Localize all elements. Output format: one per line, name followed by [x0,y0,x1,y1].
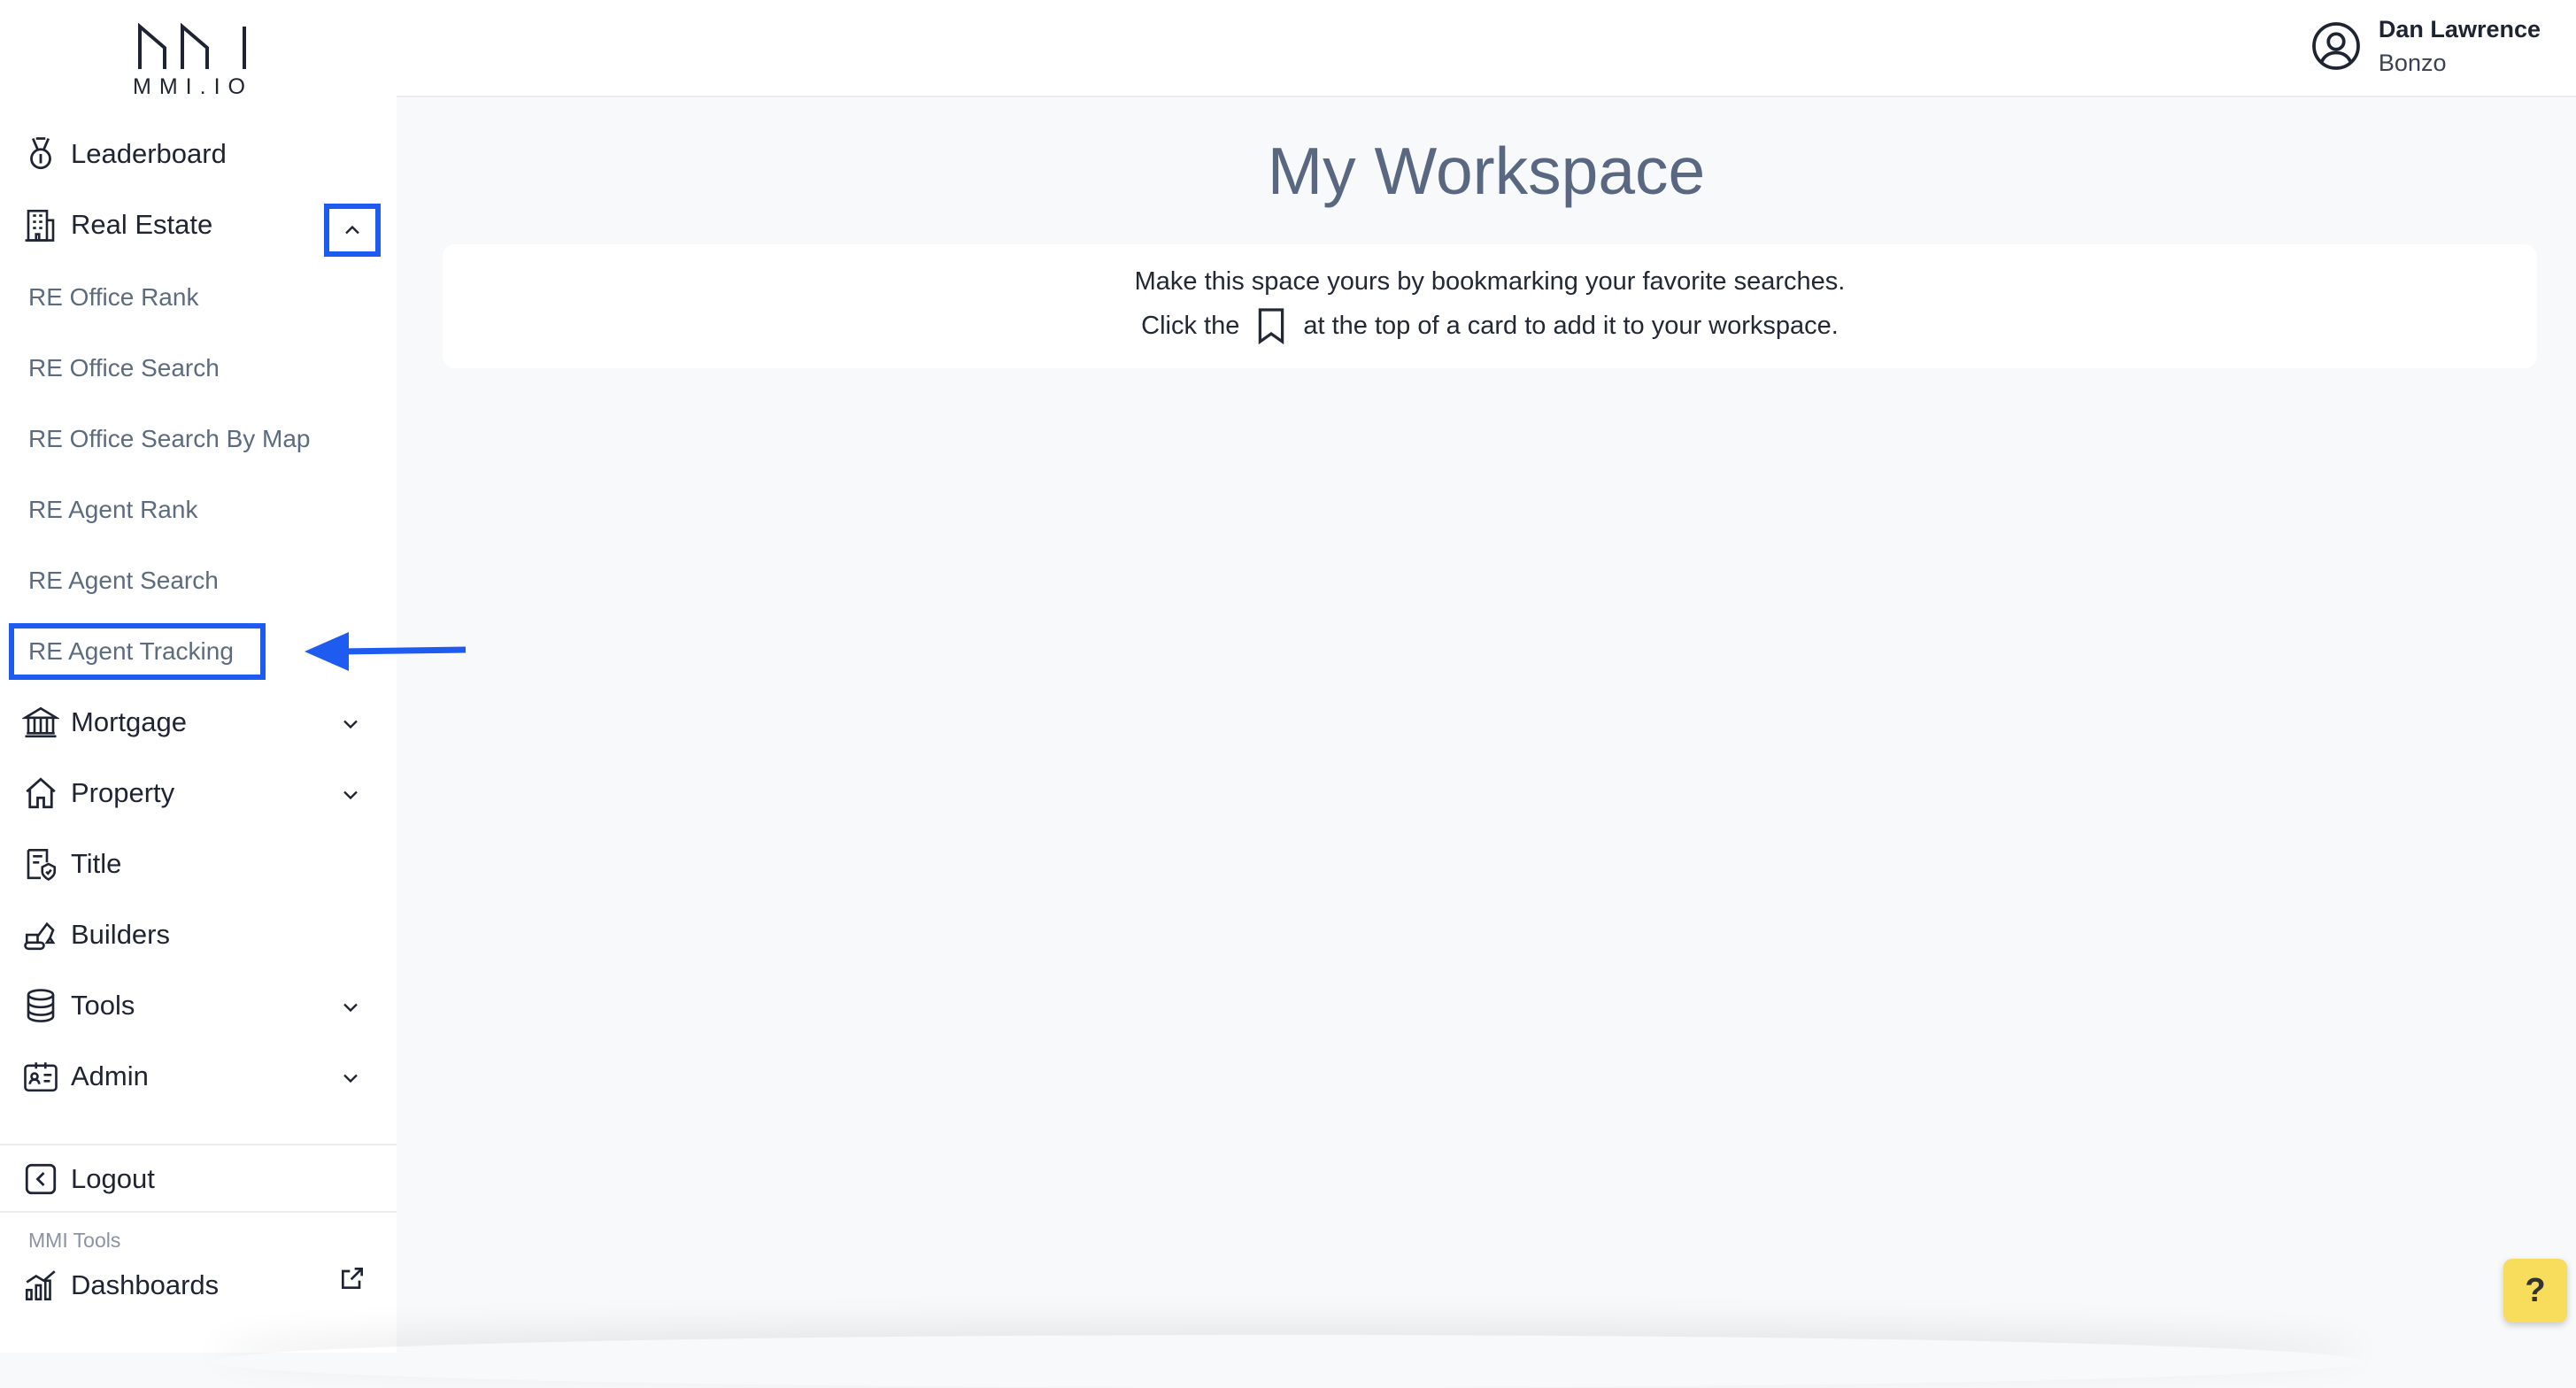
logout-label: Logout [71,1163,155,1194]
building-icon [21,205,60,244]
logout-button[interactable]: Logout [21,1154,155,1204]
logout-icon [21,1160,60,1199]
nav-admin[interactable]: Admin [21,1052,149,1101]
id-card-icon [21,1057,60,1096]
mmi-logo[interactable]: MMI.IO [131,23,255,99]
nav-property-label: Property [71,777,175,808]
card-line2-before: Click the [1141,311,1240,340]
nav-property[interactable]: Property [21,768,174,818]
nav-tools[interactable]: Tools [21,981,135,1030]
sidebar: MMI.IO Leaderboard Real Estate RE Office… [0,0,397,1353]
chevron-up-icon[interactable] [335,212,370,248]
bank-icon [21,703,60,742]
chevron-down-icon[interactable] [333,777,368,813]
bottom-shadow [212,1335,2364,1388]
card-line2-after: at the top of a card to add it to your w… [1303,311,1839,340]
nav-admin-label: Admin [71,1060,149,1091]
nav-builders-label: Builders [71,919,170,950]
title-badge-icon [21,844,60,883]
sub-re-agent-search[interactable]: RE Agent Search [28,556,219,605]
database-icon [21,986,60,1025]
nav-title[interactable]: Title [21,839,121,889]
bookmark-icon [1259,308,1284,345]
nav-tools-label: Tools [71,990,135,1021]
mmi-logo-mark [138,23,246,69]
user-org: Bonzo [2378,50,2447,76]
nav-dashboards-label: Dashboards [71,1269,220,1300]
annotation-arrow-icon [305,632,467,671]
sub-re-office-search-by-map[interactable]: RE Office Search By Map [28,414,311,464]
nav-mortgage[interactable]: Mortgage [21,698,187,747]
sub-re-office-rank[interactable]: RE Office Rank [28,273,198,322]
nav-real-estate[interactable]: Real Estate [21,200,212,250]
medal-icon [21,135,60,174]
card-message-line1: Make this space yours by bookmarking you… [1134,267,1846,296]
nav-dashboards[interactable]: Dashboards [21,1261,219,1310]
chart-icon [21,1266,60,1305]
page-title: My Workspace [1267,134,1706,208]
nav-real-estate-label: Real Estate [71,209,213,240]
sidebar-divider [0,1144,397,1145]
mmi-tools-label: MMI Tools [28,1229,121,1252]
agent-tracking-highlight [9,623,266,680]
nav-mortgage-label: Mortgage [71,706,187,737]
chevron-down-icon[interactable] [333,990,368,1025]
workspace-empty-card: Make this space yours by bookmarking you… [443,244,2537,368]
card-message-line2: Click the at the top of a card to add it… [443,306,2537,345]
sidebar-divider [0,1211,397,1213]
sub-re-office-search[interactable]: RE Office Search [28,343,220,393]
nav-title-label: Title [71,848,122,879]
excavator-icon [21,915,60,954]
logo-text: MMI.IO [133,74,253,99]
user-name: Dan Lawrence [2378,16,2541,42]
chevron-down-icon[interactable] [333,706,368,742]
nav-leaderboard-label: Leaderboard [71,138,227,169]
user-menu[interactable]: Dan Lawrence Bonzo [2310,12,2541,80]
house-icon [21,774,60,813]
nav-leaderboard[interactable]: Leaderboard [21,129,227,179]
external-link-icon[interactable] [338,1264,366,1292]
user-info: Dan Lawrence Bonzo [2379,12,2541,80]
chevron-down-icon[interactable] [333,1060,368,1096]
user-circle-icon [2312,22,2360,70]
help-button[interactable]: ? [2503,1259,2567,1322]
top-bar: Dan Lawrence Bonzo [397,0,2576,97]
sub-re-agent-rank[interactable]: RE Agent Rank [28,485,197,535]
nav-builders[interactable]: Builders [21,910,170,960]
